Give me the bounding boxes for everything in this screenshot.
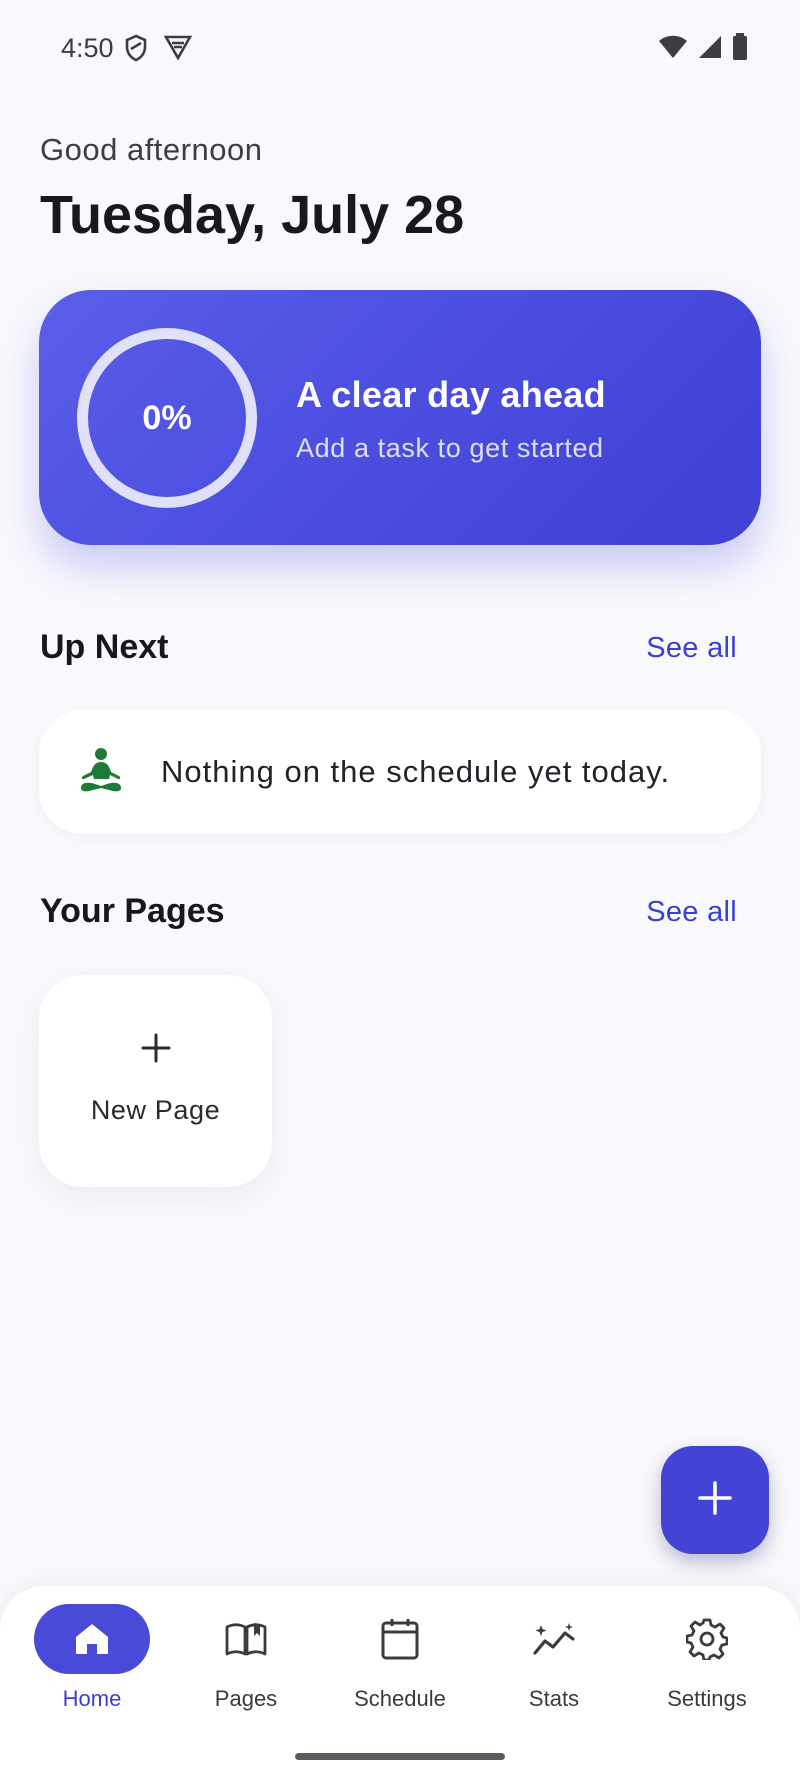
add-task-fab[interactable] <box>661 1446 769 1554</box>
stats-icon <box>484 1604 624 1674</box>
shield-icon <box>124 34 148 67</box>
nav-label-schedule: Schedule <box>354 1686 446 1711</box>
your-pages-title: Your Pages <box>40 892 225 930</box>
page-title: Tuesday, July 28 <box>40 185 465 245</box>
nav-item-settings[interactable]: Settings <box>637 1604 777 1724</box>
nav-item-home[interactable]: Home <box>25 1604 165 1724</box>
home-icon <box>22 1604 162 1674</box>
new-page-label: New Page <box>90 1095 221 1125</box>
nav-label-stats: Stats <box>528 1686 580 1711</box>
status-bar: 4:50 <box>0 0 800 96</box>
up-next-title: Up Next <box>40 628 169 666</box>
nav-item-schedule[interactable]: Schedule <box>330 1604 470 1724</box>
status-time: 4:50 <box>61 33 114 63</box>
daily-progress-card[interactable]: 0% A clear day ahead Add a task to get s… <box>39 290 761 545</box>
signal-icon <box>698 35 722 64</box>
meditation-icon <box>75 748 127 799</box>
up-next-empty-card: Nothing on the schedule yet today. <box>39 710 761 834</box>
plus-icon <box>697 1480 733 1521</box>
home-indicator-bar[interactable] <box>295 1753 505 1760</box>
nav-label-home: Home <box>62 1686 122 1711</box>
gear-icon <box>637 1604 777 1674</box>
new-page-button[interactable]: New Page <box>39 975 272 1187</box>
nav-label-settings: Settings <box>667 1686 747 1711</box>
up-next-see-all-link[interactable]: See all <box>646 632 737 665</box>
nav-label-pages: Pages <box>214 1686 278 1711</box>
calendar-icon <box>330 1604 470 1674</box>
nav-item-stats[interactable]: Stats <box>484 1604 624 1724</box>
progress-card-title: A clear day ahead <box>296 374 606 415</box>
greeting: Good afternoon <box>40 132 263 167</box>
book-icon <box>176 1604 316 1674</box>
progress-card-subtitle: Add a task to get started <box>296 433 604 463</box>
wifi-icon <box>658 35 688 64</box>
progress-percent: 0% <box>142 398 192 437</box>
up-next-empty-text: Nothing on the schedule yet today. <box>161 754 671 789</box>
nav-item-pages[interactable]: Pages <box>176 1604 316 1724</box>
pages-see-all-link[interactable]: See all <box>646 896 737 929</box>
battery-icon <box>732 33 748 66</box>
bottom-navigation: Home Pages Schedule Stats Settings <box>0 1586 800 1778</box>
plus-icon <box>39 1032 272 1064</box>
vpn-icon <box>163 34 193 65</box>
